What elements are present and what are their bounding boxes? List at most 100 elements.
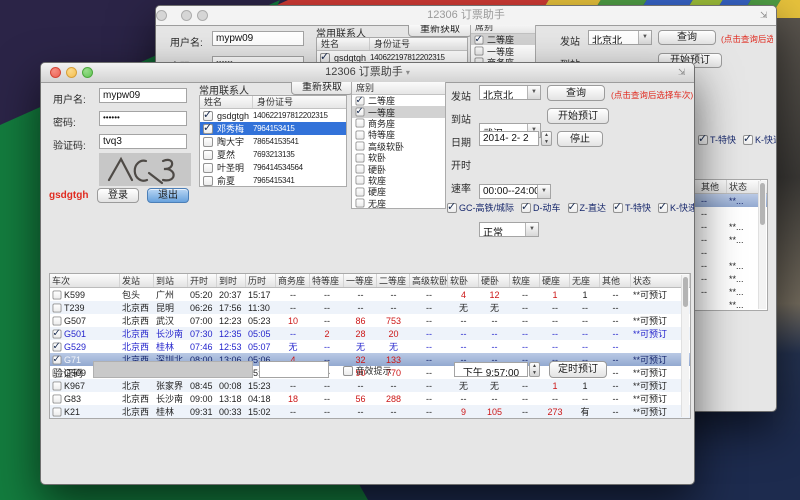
seat-option[interactable]: 一等座 [352, 106, 445, 117]
train-row[interactable]: ---- [685, 246, 767, 259]
checkbox[interactable] [521, 203, 531, 213]
checkbox[interactable] [475, 47, 484, 56]
checkbox[interactable] [53, 303, 62, 312]
column-header[interactable]: 到时 [217, 274, 246, 287]
column-header[interactable]: 一等座 [344, 274, 377, 287]
column-header[interactable]: 开时 [188, 274, 217, 287]
checkbox[interactable] [568, 203, 578, 213]
checkbox[interactable] [356, 142, 365, 151]
main-window[interactable]: 12306 订票助手 ▾ ⇲ 用户名: mypw09 密码: •••••• 验证… [40, 62, 695, 485]
checkbox[interactable] [203, 124, 213, 134]
start-booking-button[interactable]: 开始预订 [547, 108, 609, 124]
checkbox[interactable] [447, 203, 457, 213]
train-type-filter[interactable]: K-快速 [658, 201, 694, 214]
checkbox[interactable] [356, 153, 365, 162]
from-station-select[interactable]: 北京北▼ [479, 85, 541, 100]
checkbox[interactable] [613, 203, 623, 213]
query-button[interactable]: 查询 [658, 30, 716, 45]
checkbox[interactable] [356, 130, 365, 139]
train-type-filter[interactable]: K-快速 [743, 133, 776, 146]
scrollbar[interactable] [681, 275, 689, 417]
train-row[interactable]: ----**... [685, 194, 767, 207]
seat-option[interactable]: 软座 [352, 175, 445, 186]
username-input[interactable]: mypw09 [212, 31, 304, 46]
contact-row[interactable]: 俞夏7965415341 [200, 174, 346, 187]
checkbox[interactable] [698, 135, 708, 145]
fullscreen-icon[interactable]: ⇲ [760, 10, 770, 20]
captcha-image[interactable] [99, 153, 191, 186]
checkbox[interactable] [356, 108, 365, 117]
depart-time-select[interactable]: 00:00--24:00▼ [479, 184, 551, 199]
zoom-button[interactable] [197, 10, 208, 21]
train-row[interactable]: ----**... [685, 285, 767, 298]
scrollbar-thumb[interactable] [683, 277, 688, 307]
checkbox[interactable] [53, 407, 62, 416]
timer-time-stepper[interactable]: ▲▼ [529, 362, 540, 377]
seat-option[interactable]: 硬卧 [352, 163, 445, 174]
checkbox[interactable] [203, 137, 213, 147]
checkbox[interactable] [356, 176, 365, 185]
close-button[interactable] [156, 10, 167, 21]
checkbox[interactable] [203, 163, 213, 173]
checkbox[interactable] [356, 119, 365, 128]
contact-row[interactable]: gsdgtgh140622197812202315 [200, 109, 346, 122]
checkbox[interactable] [53, 290, 62, 299]
column-header[interactable]: 其他 [600, 274, 631, 287]
contact-row[interactable]: 陶大宇78654153541 [200, 135, 346, 148]
date-input[interactable]: 2014- 2- 2 [479, 131, 539, 146]
contact-row[interactable]: 叶圣明796414534564 [200, 161, 346, 174]
scrollbar[interactable] [758, 181, 766, 309]
title-caret-icon[interactable]: ▾ [406, 68, 410, 77]
train-type-filter[interactable]: D-动车 [521, 201, 561, 214]
column-header[interactable]: 硬座 [540, 274, 570, 287]
train-row[interactable]: K21北京西桂林09:3100:3315:02----------9105--2… [50, 405, 690, 418]
refresh-contacts-button[interactable]: 重新获取 [291, 82, 353, 95]
column-header[interactable]: 二等座 [377, 274, 410, 287]
checkbox[interactable] [743, 135, 753, 145]
seat-option[interactable]: 二等座 [352, 95, 445, 106]
checkbox[interactable] [203, 111, 213, 121]
booking-captcha-input[interactable] [259, 361, 329, 378]
train-row[interactable]: ----**... [685, 272, 767, 285]
train-row[interactable]: ---- [685, 207, 767, 220]
checkbox[interactable] [320, 53, 330, 63]
sound-alert-checkbox[interactable] [343, 366, 353, 376]
captcha-input[interactable]: tvq3 [99, 134, 187, 149]
contact-row[interactable]: 邓秀梅7964153415 [200, 122, 346, 135]
timer-time-input[interactable]: 下午 9:57:00 [454, 362, 528, 377]
column-header[interactable]: 硬卧 [479, 274, 510, 287]
background-window-titlebar[interactable]: 12306 订票助手 ⇲ [156, 6, 776, 26]
train-type-filter[interactable]: GC-高铁/城际 [447, 201, 514, 214]
column-header[interactable]: 历时 [246, 274, 276, 287]
checkbox[interactable] [53, 355, 62, 364]
timed-booking-button[interactable]: 定时预订 [549, 361, 607, 378]
checkbox[interactable] [203, 150, 213, 160]
checkbox[interactable] [356, 165, 365, 174]
date-stepper[interactable]: ▲▼ [541, 131, 552, 146]
minimize-button[interactable] [181, 10, 192, 21]
train-row[interactable]: G507北京西武汉07:0012:2305:2310--86753-------… [50, 314, 690, 327]
checkbox[interactable] [356, 187, 365, 196]
minimize-button[interactable] [66, 67, 77, 78]
exit-button[interactable]: 退出 [147, 188, 189, 203]
train-row[interactable]: G501北京西长沙南07:3012:3505:05--22820--------… [50, 327, 690, 340]
rate-select[interactable]: 正常▼ [479, 222, 539, 237]
column-header[interactable]: 车次 [50, 274, 120, 287]
train-type-filter[interactable]: T-特快 [698, 133, 736, 146]
scrollbar-thumb[interactable] [760, 183, 765, 225]
train-row[interactable]: G529北京西桂林07:4612:5305:07无--无无-----------… [50, 340, 690, 353]
train-row[interactable]: ----**... [685, 259, 767, 272]
column-header[interactable]: 无座 [570, 274, 600, 287]
seat-option[interactable]: 硬座 [352, 186, 445, 197]
query-button[interactable]: 查询 [547, 85, 605, 101]
checkbox[interactable] [53, 329, 62, 338]
checkbox[interactable] [53, 394, 62, 403]
password-input[interactable]: •••••• [99, 111, 187, 126]
main-window-titlebar[interactable]: 12306 订票助手 ▾ ⇲ [41, 63, 694, 83]
checkbox[interactable] [53, 381, 62, 390]
column-header[interactable]: 到站 [154, 274, 188, 287]
checkbox[interactable] [475, 35, 484, 44]
fullscreen-icon[interactable]: ⇲ [678, 67, 688, 77]
seat-option[interactable]: 高级软卧 [352, 141, 445, 152]
column-header[interactable]: 软座 [510, 274, 540, 287]
